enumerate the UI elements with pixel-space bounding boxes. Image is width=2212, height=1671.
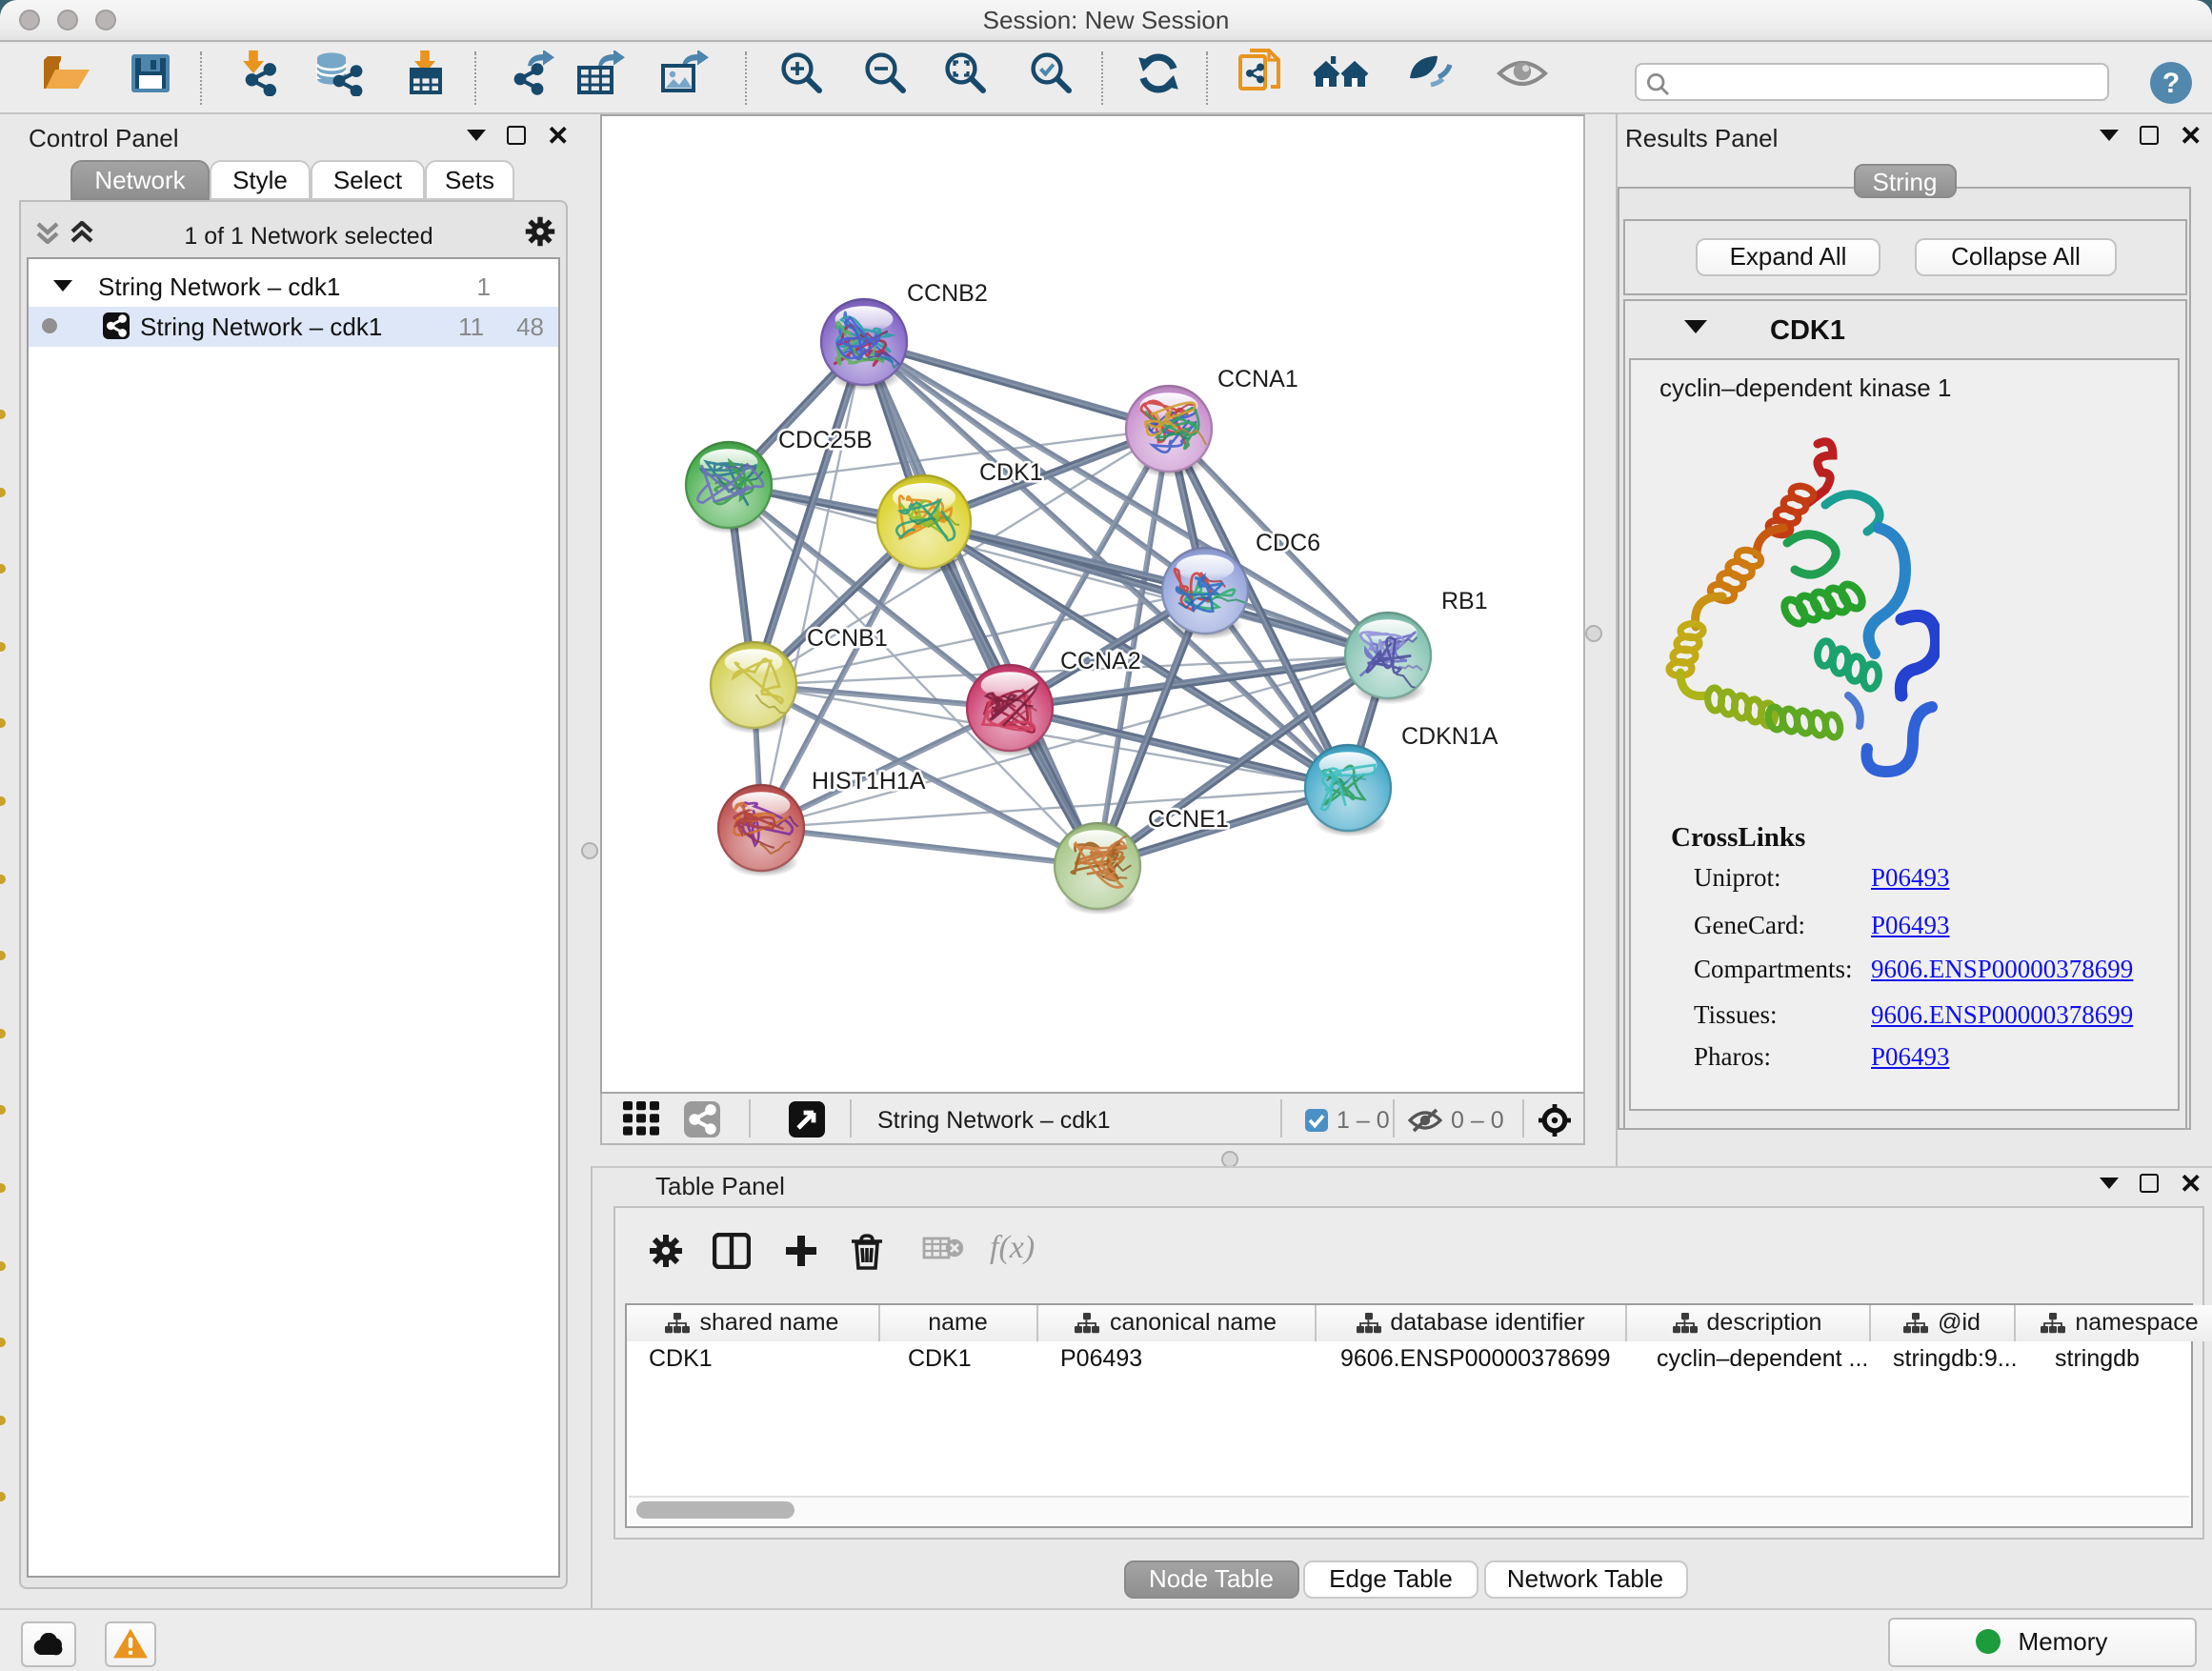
- svg-text:HIST1H1A: HIST1H1A: [811, 768, 925, 795]
- svg-text:CCNA1: CCNA1: [1217, 366, 1297, 393]
- svg-text:CDC6: CDC6: [1255, 530, 1319, 556]
- svg-text:CDK1: CDK1: [978, 459, 1042, 486]
- svg-text:CCNB1: CCNB1: [806, 625, 887, 652]
- svg-text:?: ?: [2162, 67, 2179, 98]
- svg-text:CDKN1A: CDKN1A: [1400, 723, 1498, 750]
- svg-text:CCNE1: CCNE1: [1147, 806, 1228, 833]
- svg-text:CCNB2: CCNB2: [906, 280, 987, 307]
- svg-text:CDC25B: CDC25B: [777, 427, 872, 453]
- svg-text:RB1: RB1: [1440, 588, 1487, 614]
- svg-text:CCNA2: CCNA2: [1059, 648, 1140, 674]
